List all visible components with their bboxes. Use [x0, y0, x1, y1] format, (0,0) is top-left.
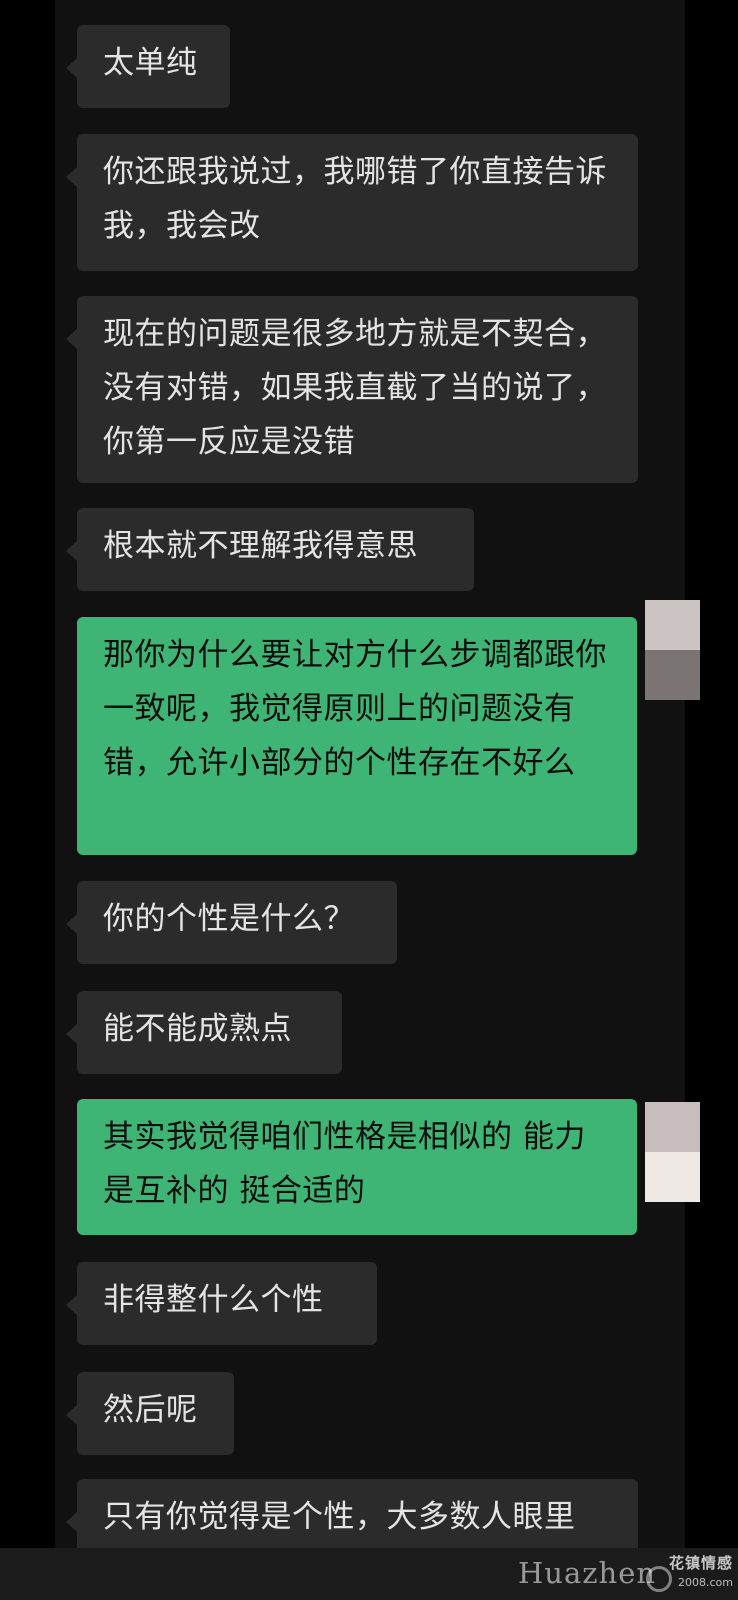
message-bubble-incoming[interactable]: 根本就不理解我得意思	[66, 508, 474, 591]
message-bubble-outgoing[interactable]: 其实我觉得咱们性格是相似的 能力是互补的 挺合适的	[77, 1099, 637, 1235]
watermark: Huazhen 花镇情感 2008.com	[518, 1552, 733, 1596]
message-bubble-incoming[interactable]: 非得整什么个性	[66, 1262, 377, 1345]
watermark-number: 2008.com	[678, 1576, 733, 1589]
message-bubble-incoming[interactable]: 你的个性是什么？	[66, 881, 397, 964]
message-bubble-outgoing[interactable]: 那你为什么要让对方什么步调都跟你一致呢，我觉得原则上的问题没有错，允许小部分的个…	[77, 617, 637, 855]
message-bubble-incoming[interactable]: 你还跟我说过，我哪错了你直接告诉我，我会改	[66, 134, 638, 271]
message-bubble-incoming[interactable]: 太单纯	[66, 25, 230, 108]
watermark-brand-cn: 花镇情感	[668, 1554, 733, 1572]
user-avatar[interactable]	[645, 600, 700, 700]
message-bubble-incoming[interactable]: 然后呢	[66, 1372, 234, 1455]
watermark-brand-latin: Huazhen	[518, 1556, 657, 1590]
message-bubble-incoming[interactable]: 现在的问题是很多地方就是不契合，没有对错，如果我直截了当的说了，你第一反应是没错	[66, 296, 638, 483]
message-bubble-incoming[interactable]: 能不能成熟点	[66, 991, 342, 1074]
user-avatar[interactable]	[645, 1102, 700, 1202]
